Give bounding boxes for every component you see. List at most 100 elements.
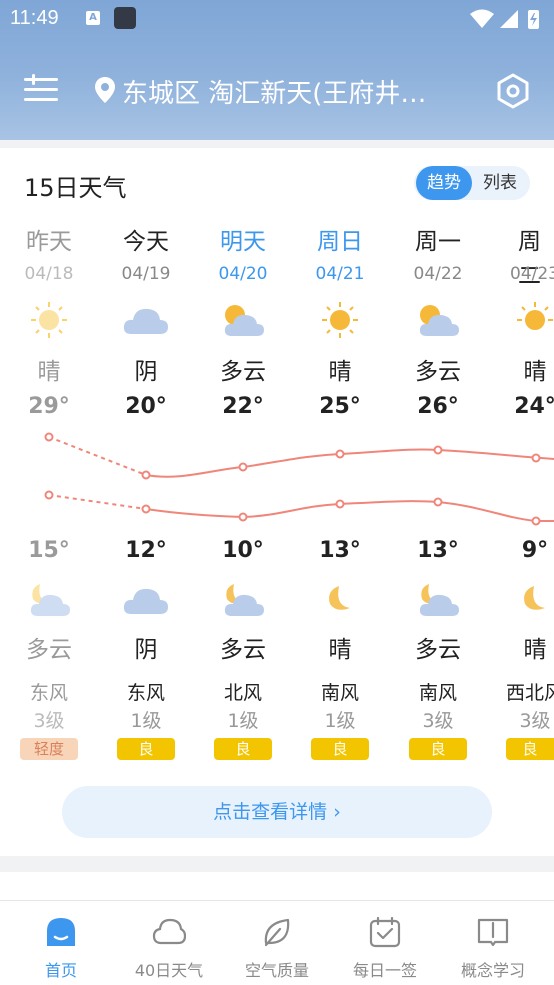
sun-cloud-icon (218, 300, 268, 340)
day-label: 昨天 (4, 222, 94, 256)
moon-cloud-icon (218, 580, 268, 620)
toggle-trend[interactable]: 趋势 (416, 166, 472, 200)
day-condition: 晴 (490, 352, 554, 386)
day-label: 周一 (393, 222, 483, 256)
wind-direction: 北风 (198, 678, 288, 705)
nav-label: 空气质量 (222, 957, 332, 981)
date-label: 04/18 (4, 264, 94, 284)
wind-level: 1级 (101, 706, 191, 733)
book-icon (476, 915, 510, 949)
date-label: 04/22 (393, 264, 483, 284)
nav-label: 概念学习 (438, 957, 548, 981)
view-details-button[interactable]: 点击查看详情 › (62, 786, 492, 838)
night-condition: 多云 (393, 630, 483, 664)
aqi-badge: 良 (506, 738, 554, 760)
location-pin-icon (94, 76, 116, 104)
high-temp: 24° (490, 394, 554, 419)
nav-daily-sign[interactable]: 每日一签 (330, 901, 440, 985)
wind-level: 1级 (198, 706, 288, 733)
day-condition: 多云 (393, 352, 483, 386)
day-condition: 晴 (4, 352, 94, 386)
low-temp: 10° (198, 538, 288, 563)
date-label: 04/20 (198, 264, 288, 284)
cloud-icon (121, 580, 171, 620)
location-title[interactable]: 东城区 淘汇新天(王府井… (122, 73, 426, 110)
day-label: 周日 (295, 222, 385, 256)
temperature-trend-chart (0, 418, 554, 538)
night-condition: 多云 (4, 630, 94, 664)
wind-direction: 南风 (393, 678, 483, 705)
status-bar: 11:49 A (0, 0, 554, 38)
nav-label: 40日天气 (114, 957, 224, 981)
aqi-badge: 良 (214, 738, 272, 760)
nav-40day[interactable]: 40日天气 (114, 901, 224, 985)
night-condition: 晴 (490, 630, 554, 664)
high-temp: 22° (198, 394, 288, 419)
status-time: 11:49 (10, 7, 59, 30)
wind-level: 3级 (490, 706, 554, 733)
notification-app-icon (114, 7, 136, 29)
high-temp-line (46, 434, 554, 479)
moon-icon (315, 580, 365, 620)
view-toggle: 趋势 列表 (414, 166, 530, 200)
night-condition: 晴 (295, 630, 385, 664)
nav-label: 首页 (6, 957, 116, 981)
aqi-badge: 良 (409, 738, 467, 760)
sun-cloud-icon (413, 300, 463, 340)
nav-air-quality[interactable]: 空气质量 (222, 901, 332, 985)
high-temp: 25° (295, 394, 385, 419)
aqi-badge: 轻度 (20, 738, 78, 760)
date-label: 04/21 (295, 264, 385, 284)
moon-icon (510, 580, 554, 620)
day-condition: 晴 (295, 352, 385, 386)
high-temp: 26° (393, 394, 483, 419)
high-temp: 29° (4, 394, 94, 419)
toggle-list[interactable]: 列表 (472, 166, 528, 200)
bottom-nav: 首页 40日天气 空气质量 每日一签 概念学习 (0, 900, 554, 985)
aqi-badge: 良 (117, 738, 175, 760)
wind-direction: 南风 (295, 678, 385, 705)
sun-icon (510, 300, 554, 340)
checkin-icon (368, 915, 402, 949)
forecast-card: 15日天气 趋势 列表 昨天 04/18 晴 29° 15° 多云 东风 3级 … (0, 148, 554, 856)
high-temp: 20° (101, 394, 191, 419)
settings-icon[interactable] (494, 72, 532, 110)
day-label: 明天 (198, 222, 288, 256)
day-label: 今天 (101, 222, 191, 256)
sun-icon (315, 300, 365, 340)
low-temp: 13° (393, 538, 483, 563)
low-temp-line (46, 492, 554, 525)
top-banner: 11:49 A 东城区 淘汇新天(王府井… (0, 0, 554, 140)
aqi-badge: 良 (311, 738, 369, 760)
nav-label: 每日一签 (330, 957, 440, 981)
low-temp: 15° (4, 538, 94, 563)
notification-a-icon: A (86, 11, 100, 25)
night-condition: 多云 (198, 630, 288, 664)
signal-icon (500, 10, 518, 28)
home-icon (44, 915, 78, 949)
day-condition: 阴 (101, 352, 191, 386)
wind-level: 1级 (295, 706, 385, 733)
night-condition: 阴 (101, 630, 191, 664)
day-condition: 多云 (198, 352, 288, 386)
header: 东城区 淘汇新天(王府井… (0, 60, 554, 120)
wind-direction: 东风 (4, 678, 94, 705)
moon-cloud-icon (24, 580, 74, 620)
wifi-icon (470, 10, 494, 29)
date-label: 04/23 (490, 264, 554, 284)
nav-home[interactable]: 首页 (6, 901, 116, 985)
status-icons (468, 8, 542, 30)
wind-direction: 东风 (101, 678, 191, 705)
low-temp: 9° (490, 538, 554, 563)
date-label: 04/19 (101, 264, 191, 284)
low-temp: 13° (295, 538, 385, 563)
low-temp: 12° (101, 538, 191, 563)
nav-concept-learning[interactable]: 概念学习 (438, 901, 548, 985)
wind-level: 3级 (4, 706, 94, 733)
forecast-title: 15日天气 (24, 168, 127, 203)
moon-cloud-icon (413, 580, 463, 620)
leaf-icon (260, 915, 294, 949)
cloud-icon (152, 915, 186, 949)
cloud-icon (121, 300, 171, 340)
menu-icon[interactable] (22, 72, 62, 108)
